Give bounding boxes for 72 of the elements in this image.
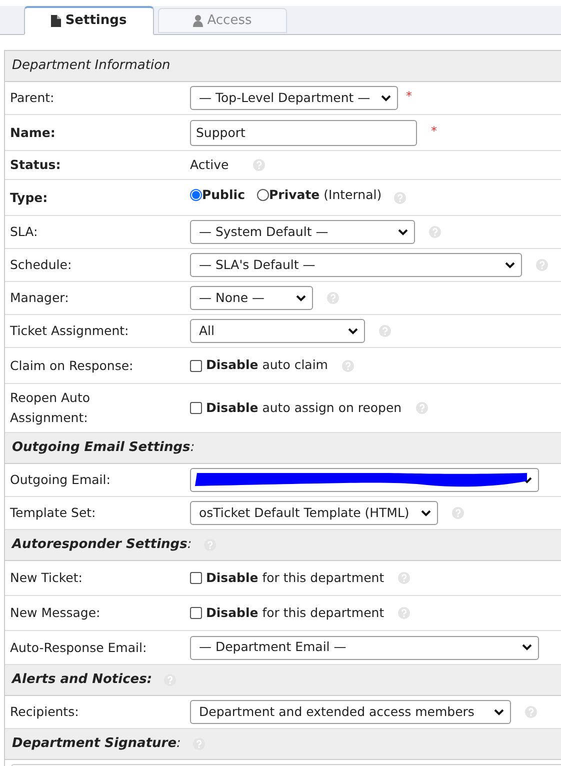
caret-icon [522, 644, 532, 651]
help-icon[interactable] [452, 507, 464, 519]
field-label: Status: [10, 156, 61, 174]
caret-icon [296, 294, 306, 302]
help-icon[interactable] [204, 539, 216, 551]
required-mark: * [431, 122, 437, 140]
field-label: Schedule: [10, 256, 72, 274]
field-label: Type: [10, 188, 48, 207]
help-icon[interactable] [379, 325, 391, 337]
checkbox[interactable] [190, 607, 202, 619]
section-title: Outgoing Email Settings: [12, 439, 195, 458]
radio-option[interactable]: Public [190, 186, 245, 205]
text-input[interactable]: Support [190, 120, 417, 146]
help-icon[interactable] [342, 360, 354, 372]
select-field[interactable]: Department and extended access members [190, 700, 511, 724]
checkbox-option[interactable]: Disable auto claim [190, 356, 328, 375]
checkbox[interactable] [190, 360, 202, 372]
field-label: New Message: [10, 604, 100, 622]
select-field[interactable]: — System Default — [190, 220, 415, 244]
section-title: Autoresponder Settings: [12, 536, 192, 554]
field-label: Template Set: [10, 504, 96, 522]
checkbox-option[interactable]: Disable auto assign on reopen [190, 398, 402, 418]
tab[interactable]: Settings [24, 6, 154, 35]
help-icon[interactable] [252, 159, 265, 171]
section-title: Alerts and Notices: [12, 671, 152, 690]
radio-button[interactable] [190, 189, 202, 202]
help-icon[interactable] [398, 607, 410, 619]
field-label: Reopen Auto Assignment: [10, 389, 92, 427]
section-title: Department Information [12, 57, 170, 76]
select-field[interactable]: — Department Email — [190, 636, 539, 660]
caret-icon [381, 94, 391, 102]
select-field[interactable]: — None — [190, 286, 313, 310]
checkbox-option[interactable]: Disable for this department [190, 604, 384, 622]
file-icon [51, 15, 62, 27]
select-field[interactable]: — SLA's Default — [190, 253, 522, 277]
checkbox[interactable] [190, 402, 202, 414]
required-mark: * [406, 88, 412, 105]
status-value: Active [190, 156, 229, 174]
radio-button[interactable] [257, 189, 269, 202]
field-label: Recipients: [10, 703, 79, 721]
field-label: Auto-Response Email: [10, 638, 147, 657]
checkbox[interactable] [190, 572, 202, 584]
field-label: Name: [10, 124, 56, 142]
help-icon[interactable] [398, 572, 410, 584]
select-field[interactable]: All [190, 319, 365, 343]
caret-icon [494, 708, 504, 716]
field-label: Parent: [10, 89, 54, 107]
field-label: Outgoing Email: [10, 471, 110, 489]
section-title: Department Signature: [12, 735, 181, 754]
select-field[interactable]: — Top-Level Department — [190, 86, 398, 110]
field-label: New Ticket: [10, 569, 82, 587]
select-field[interactable]: osTicket Default Template (HTML) [190, 501, 438, 525]
caret-icon [398, 228, 408, 236]
caret-icon [421, 510, 431, 516]
help-icon[interactable] [429, 226, 441, 238]
radio-option[interactable]: Private (Internal) [257, 186, 382, 205]
help-icon[interactable] [525, 706, 537, 718]
help-icon[interactable] [536, 259, 548, 271]
field-label: SLA: [10, 223, 38, 241]
field-label: Manager: [10, 289, 69, 307]
field-label: Claim on Response: [10, 356, 134, 375]
caret-icon [348, 328, 358, 334]
caret-icon [505, 262, 515, 268]
checkbox-option[interactable]: Disable for this department [190, 568, 384, 588]
user-icon [193, 14, 204, 26]
help-icon[interactable] [394, 192, 406, 204]
field-label: Ticket Assignment: [10, 322, 129, 340]
help-icon[interactable] [164, 674, 176, 686]
select-field[interactable] [190, 468, 539, 492]
help-icon[interactable] [327, 292, 339, 304]
help-icon[interactable] [416, 402, 428, 414]
help-icon[interactable] [192, 738, 205, 750]
